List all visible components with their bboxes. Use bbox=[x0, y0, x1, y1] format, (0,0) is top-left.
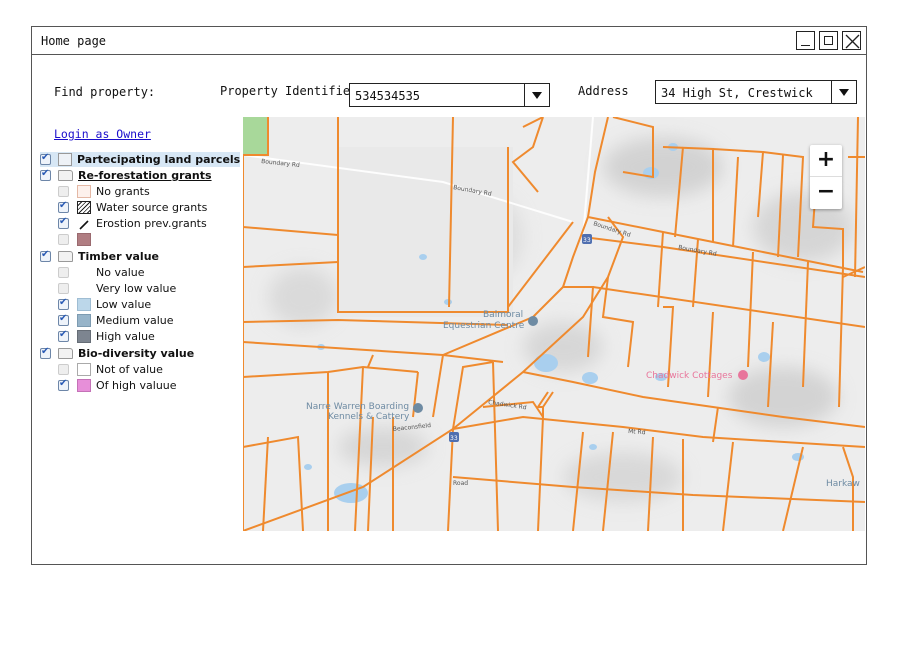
layer-timber-medium[interactable]: Medium value bbox=[58, 313, 174, 328]
map-canvas[interactable]: Boundary Rd Boundary Rd Boundary Rd Boun… bbox=[243, 117, 865, 531]
legend-swatch bbox=[77, 379, 91, 392]
legend-swatch bbox=[77, 314, 91, 327]
layer-label: Partecipating land parcels bbox=[77, 153, 240, 166]
road-label: Road bbox=[453, 480, 468, 487]
checkbox[interactable] bbox=[58, 186, 69, 197]
layer-label: Low value bbox=[96, 298, 152, 311]
checkbox[interactable] bbox=[58, 267, 69, 278]
legend-swatch bbox=[77, 330, 91, 343]
route-shield-label: 33 bbox=[583, 237, 591, 244]
poi-label-harkaway: Harkaw bbox=[826, 479, 860, 489]
legend-swatch bbox=[77, 363, 91, 376]
checkbox[interactable] bbox=[58, 364, 69, 375]
close-icon bbox=[845, 34, 860, 49]
address-label: Address bbox=[578, 84, 629, 98]
property-identifier-combo[interactable]: 534534535 bbox=[349, 83, 550, 107]
hatch-swatch bbox=[77, 201, 91, 214]
parcel-map[interactable]: Boundary Rd Boundary Rd Boundary Rd Boun… bbox=[243, 117, 865, 531]
property-identifier-label: Property Identifier bbox=[220, 84, 358, 98]
layer-label: Medium value bbox=[96, 314, 174, 327]
layer-label: High value bbox=[96, 330, 155, 343]
zoom-in-button[interactable]: + bbox=[810, 145, 842, 177]
property-identifier-value: 534534535 bbox=[355, 89, 421, 103]
legend-swatch bbox=[77, 266, 91, 279]
app-window: Home page Find property: Property Identi… bbox=[31, 26, 867, 565]
layer-label: Erostion prev.grants bbox=[96, 217, 207, 230]
checkbox[interactable] bbox=[58, 329, 69, 342]
poi-label-narre: Narre Warren Boarding bbox=[306, 402, 409, 412]
layer-participating[interactable]: Partecipating land parcels bbox=[40, 152, 240, 167]
layer-label: No grants bbox=[96, 185, 150, 198]
layer-label: Of high valuue bbox=[96, 379, 177, 392]
checkbox[interactable] bbox=[58, 200, 69, 213]
layer-timber-no-value[interactable]: No value bbox=[58, 265, 145, 280]
checkbox[interactable] bbox=[40, 152, 51, 165]
group-title: Timber value bbox=[78, 250, 159, 263]
layer-timber-high[interactable]: High value bbox=[58, 329, 155, 344]
layer-no-grants[interactable]: No grants bbox=[58, 184, 150, 199]
legend-swatch bbox=[77, 233, 91, 246]
layer-timber-very-low[interactable]: Very low value bbox=[58, 281, 176, 296]
chevron-down-icon[interactable] bbox=[831, 81, 856, 103]
close-button[interactable] bbox=[842, 31, 861, 50]
layer-grant-extra[interactable] bbox=[58, 232, 96, 247]
window-title: Home page bbox=[41, 34, 107, 48]
checkbox[interactable] bbox=[40, 346, 51, 359]
layer-label: Water source grants bbox=[96, 201, 208, 214]
layer-bio-not-of-value[interactable]: Not of value bbox=[58, 362, 163, 377]
folder-icon bbox=[58, 348, 73, 359]
poi-label-equestrian: Equestrian Centre bbox=[443, 321, 525, 331]
parcel-block bbox=[338, 147, 513, 317]
poi-label-chadwick: Chadwick Cottages bbox=[646, 371, 733, 381]
layer-legend: Partecipating land parcels Re-forestatio… bbox=[40, 151, 240, 401]
login-as-owner-link[interactable]: Login as Owner bbox=[54, 127, 151, 141]
folder-icon bbox=[58, 251, 73, 262]
route-shield-label: 33 bbox=[450, 435, 458, 442]
group-title: Bio-diversity value bbox=[78, 347, 195, 360]
layer-timber-low[interactable]: Low value bbox=[58, 297, 151, 312]
layer-group-timber[interactable]: Timber value bbox=[40, 249, 159, 264]
checkbox[interactable] bbox=[58, 313, 69, 326]
legend-swatch bbox=[58, 153, 72, 166]
layer-label: Not of value bbox=[96, 363, 163, 376]
zoom-out-button[interactable]: − bbox=[810, 177, 842, 208]
line-icon bbox=[79, 220, 89, 230]
checkbox[interactable] bbox=[58, 378, 69, 391]
layer-water-source-grants[interactable]: Water source grants bbox=[58, 200, 207, 215]
address-combo[interactable]: 34 High St, Crestwick bbox=[655, 80, 857, 104]
layer-erosion-prevention-grants[interactable]: Erostion prev.grants bbox=[58, 216, 207, 231]
find-property-label: Find property: bbox=[54, 85, 156, 99]
title-bar: Home page bbox=[32, 27, 866, 55]
layer-group-reforestation[interactable]: Re-forestation grants bbox=[40, 168, 212, 183]
layer-label: No value bbox=[96, 266, 145, 279]
checkbox[interactable] bbox=[40, 168, 51, 181]
park-area bbox=[243, 117, 268, 155]
poi-label-kennels: Kennels & Cattery bbox=[328, 412, 410, 422]
zoom-control: + − bbox=[810, 145, 842, 209]
maximize-button[interactable] bbox=[819, 31, 838, 50]
address-value: 34 High St, Crestwick bbox=[661, 86, 813, 100]
checkbox[interactable] bbox=[58, 283, 69, 294]
legend-swatch bbox=[77, 282, 91, 295]
checkbox[interactable] bbox=[58, 297, 69, 310]
poi-pin-icon[interactable] bbox=[738, 370, 748, 380]
minimize-button[interactable] bbox=[796, 31, 815, 50]
poi-pin-icon[interactable] bbox=[413, 403, 423, 413]
checkbox[interactable] bbox=[58, 216, 69, 229]
poi-label-balmoral: Balmoral bbox=[483, 310, 523, 320]
layer-label: Very low value bbox=[96, 282, 177, 295]
legend-swatch bbox=[77, 185, 91, 198]
folder-icon bbox=[58, 170, 73, 181]
legend-swatch bbox=[77, 298, 91, 311]
poi-pin-icon[interactable] bbox=[528, 316, 538, 326]
checkbox[interactable] bbox=[58, 234, 69, 245]
layer-bio-high-value[interactable]: Of high valuue bbox=[58, 378, 177, 393]
layer-group-biodiversity[interactable]: Bio-diversity value bbox=[40, 346, 194, 361]
group-title: Re-forestation grants bbox=[78, 169, 212, 182]
chevron-down-icon[interactable] bbox=[524, 84, 549, 106]
road-label: Mt Rd bbox=[628, 428, 646, 436]
checkbox[interactable] bbox=[40, 249, 51, 262]
